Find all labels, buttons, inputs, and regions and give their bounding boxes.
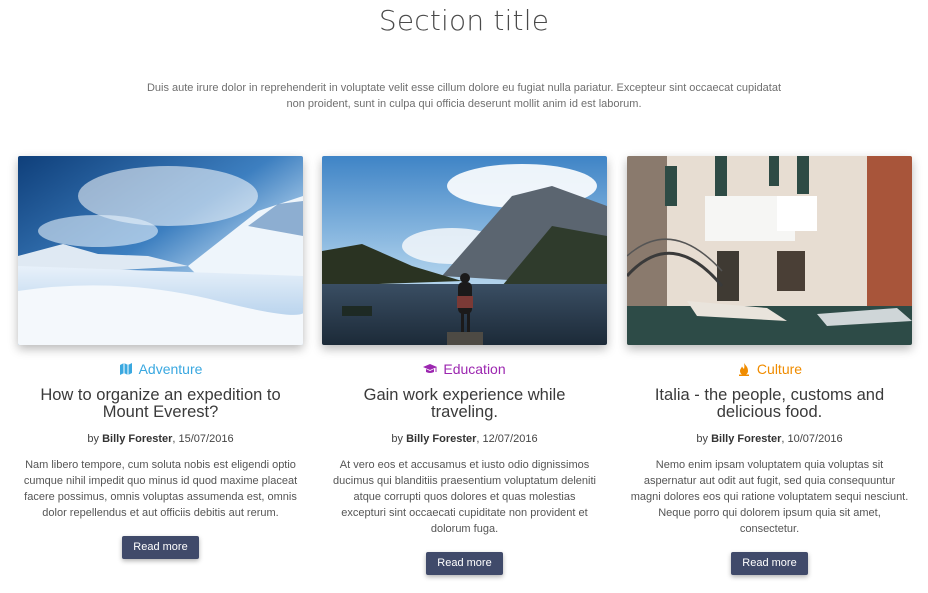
category-label: Education (443, 361, 506, 377)
card-image-snowy-mountains[interactable] (18, 156, 303, 345)
card-title[interactable]: How to organize an expedition to Mount E… (26, 387, 296, 421)
read-more-button[interactable]: Read more (122, 536, 199, 559)
category-label: Culture (756, 361, 803, 377)
byline: by Billy Forester, 15/07/2016 (18, 433, 303, 445)
card-title[interactable]: Italia - the people, customs and delicio… (635, 387, 905, 421)
card-excerpt: At vero eos et accusamus et iusto odio d… (333, 459, 596, 535)
blog-card-culture: Culture Italia - the people, customs and… (627, 156, 912, 575)
category-adventure[interactable]: Adventure (18, 360, 303, 378)
author-name[interactable]: Billy Forester (406, 433, 476, 445)
author-name[interactable]: Billy Forester (711, 433, 781, 445)
post-date: , 15/07/2016 (172, 433, 234, 445)
byline: by Billy Forester, 10/07/2016 (627, 433, 912, 445)
card-title[interactable]: Gain work experience while traveling. (330, 387, 600, 421)
graduation-cap-icon (423, 362, 438, 376)
category-education[interactable]: Education (322, 360, 607, 378)
fire-icon (737, 362, 751, 376)
author-name[interactable]: Billy Forester (102, 433, 172, 445)
section-title: Section title (378, 4, 550, 37)
section-intro: Duis aute irure dolor in reprehenderit i… (146, 82, 782, 110)
byline-prefix: by (87, 433, 100, 445)
read-more-button[interactable]: Read more (731, 552, 808, 575)
read-more-button[interactable]: Read more (426, 552, 503, 575)
blog-card-adventure: Adventure How to organize an expedition … (18, 156, 303, 559)
map-icon (119, 362, 133, 376)
post-date: , 10/07/2016 (781, 433, 843, 445)
post-date: , 12/07/2016 (476, 433, 538, 445)
category-label: Adventure (138, 361, 203, 377)
card-excerpt: Nam libero tempore, cum soluta nobis est… (23, 459, 298, 519)
card-excerpt: Nemo enim ipsam voluptatem quia voluptas… (630, 459, 909, 535)
card-image-venice-canal[interactable] (627, 156, 912, 345)
blog-card-education: Education Gain work experience while tra… (322, 156, 607, 575)
category-culture[interactable]: Culture (627, 360, 912, 378)
byline-prefix: by (696, 433, 709, 445)
card-image-lake-traveler[interactable] (322, 156, 607, 345)
byline-prefix: by (391, 433, 404, 445)
byline: by Billy Forester, 12/07/2016 (322, 433, 607, 445)
